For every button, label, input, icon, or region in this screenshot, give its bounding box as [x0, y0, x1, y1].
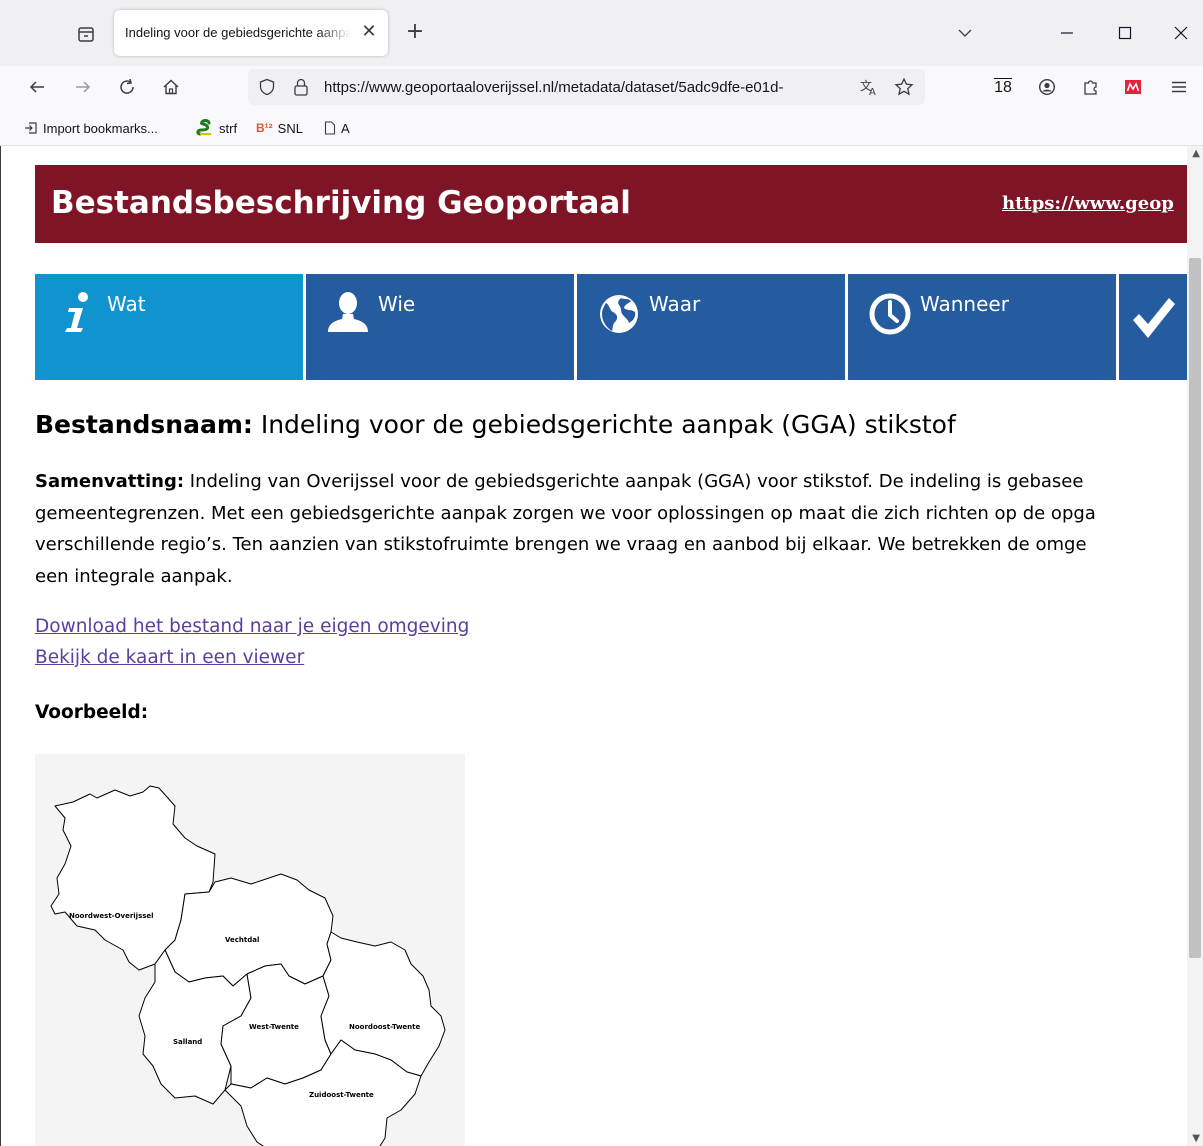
summary-label: Samenvatting:	[35, 471, 185, 492]
translate-icon[interactable]: 文A	[859, 77, 879, 97]
viewer-link[interactable]: Bekijk de kaart in een viewer	[35, 647, 304, 668]
close-tab-icon[interactable]: ✕	[360, 22, 378, 42]
red-extension-button[interactable]	[1118, 72, 1148, 102]
home-icon	[163, 79, 179, 95]
bookmark-label: SNL	[277, 120, 303, 136]
dataset-name-label: Bestandsnaam:	[35, 410, 253, 439]
info-icon	[65, 292, 88, 332]
calendar-extension-button[interactable]: 18	[988, 72, 1018, 102]
tab-label: Wat	[107, 292, 146, 316]
preview-map-image: Noordwest-Overijssel Vechtdal Salland We…	[35, 754, 465, 1146]
summary-paragraph: Samenvatting: Indeling van Overijssel vo…	[35, 466, 1185, 592]
geoportaal-link[interactable]: https://www.geop	[1002, 193, 1174, 214]
bookmark-star-icon[interactable]	[894, 77, 914, 97]
globe-icon	[600, 295, 638, 333]
import-icon	[25, 122, 37, 134]
bij12-icon: B¹²	[256, 121, 273, 135]
account-button[interactable]	[1032, 72, 1062, 102]
lock-icon[interactable]	[292, 77, 310, 97]
home-button[interactable]	[156, 72, 186, 102]
tab-list-icon	[78, 27, 94, 42]
page-icon	[324, 121, 336, 135]
bookmark-a[interactable]: A	[324, 118, 350, 138]
red-extension-icon	[1125, 80, 1141, 94]
app-menu-button[interactable]	[1164, 72, 1194, 102]
browser-tab-strip: Indeling voor de gebiedsgerichte aanpak …	[0, 0, 1203, 66]
back-button[interactable]	[22, 72, 52, 102]
summary-line: een integrale aanpak.	[35, 565, 233, 587]
summary-line: Samenvatting: Indeling van Overijssel vo…	[35, 466, 1185, 498]
minimize-icon	[1061, 32, 1073, 34]
metadata-tabs: Wat Wie Waar Wanneer	[35, 274, 1195, 380]
summary-line: gemeentegrenzen. Met een gebiedsgerichte…	[35, 502, 1096, 524]
region-label: Vechtdal	[225, 936, 259, 944]
bookmarks-toolbar: Import bookmarks... strf B¹² SNL A	[0, 108, 1203, 146]
bookmark-strf[interactable]: strf	[196, 118, 237, 138]
tab-label: Wie	[378, 292, 416, 316]
bookmark-label: Import bookmarks...	[43, 120, 158, 136]
snake-icon	[196, 119, 211, 136]
bookmark-import[interactable]: Import bookmarks...	[24, 118, 158, 138]
region-label: Noordwest-Overijssel	[69, 912, 154, 920]
region-label: Salland	[173, 1038, 202, 1046]
navigation-toolbar: https://www.geoportaaloverijssel.nl/meta…	[0, 66, 1203, 108]
maximize-button[interactable]	[1110, 18, 1140, 48]
tab-label: Waar	[649, 292, 701, 316]
active-tab[interactable]: Indeling voor de gebiedsgerichte aanpak …	[114, 10, 388, 56]
download-link[interactable]: Download het bestand naar je eigen omgev…	[35, 616, 469, 637]
hamburger-menu-icon	[1172, 81, 1186, 93]
tab-wie[interactable]: Wie	[306, 274, 574, 380]
scrollbar-thumb[interactable]	[1189, 258, 1201, 958]
new-tab-button[interactable]: +	[402, 20, 428, 46]
bookmark-label: A	[341, 120, 350, 136]
page-scrollbar[interactable]: ▲ ▼	[1187, 146, 1203, 1146]
scroll-down-icon[interactable]: ▼	[1192, 1133, 1200, 1144]
summary-line: verschillende regio’s. Ten aanzien van s…	[35, 534, 1087, 555]
minimize-button[interactable]	[1052, 18, 1082, 48]
tab-overflow-button[interactable]	[950, 18, 980, 48]
chevron-down-icon	[958, 29, 972, 37]
address-bar[interactable]: https://www.geoportaaloverijssel.nl/meta…	[248, 69, 925, 105]
calendar-icon: 18	[994, 77, 1012, 96]
tab-wat[interactable]: Wat	[35, 274, 303, 380]
close-icon	[1174, 26, 1188, 40]
scroll-up-icon[interactable]: ▲	[1192, 148, 1200, 159]
overijssel-map: Noordwest-Overijssel Vechtdal Salland We…	[50, 785, 446, 1146]
reload-button[interactable]	[112, 72, 142, 102]
summary-text: Indeling van Overijssel voor de gebiedsg…	[189, 471, 1084, 492]
tab-title: Indeling voor de gebiedsgerichte aanpak …	[125, 25, 351, 40]
reload-icon	[120, 78, 134, 94]
tab-label: Wanneer	[920, 292, 1009, 316]
puzzle-icon	[1084, 80, 1097, 95]
forward-button[interactable]	[68, 72, 98, 102]
url-text[interactable]: https://www.geoportaaloverijssel.nl/meta…	[324, 79, 844, 96]
header-banner: Bestandsbeschrijving Geoportaal https://…	[35, 165, 1195, 243]
extensions-button[interactable]	[1076, 72, 1106, 102]
bookmark-label: strf	[219, 120, 238, 136]
shield-icon[interactable]	[258, 78, 276, 96]
arrow-right-icon	[76, 81, 91, 93]
page-title: Bestandsbeschrijving Geoportaal	[51, 185, 631, 221]
region-label: Zuidoost-Twente	[309, 1091, 374, 1099]
tab-kwaliteit[interactable]	[1119, 274, 1195, 380]
page-viewport: Bestandsbeschrijving Geoportaal https://…	[0, 146, 1203, 1146]
region-label: West-Twente	[249, 1023, 299, 1031]
maximize-icon	[1118, 26, 1132, 40]
clock-icon	[869, 293, 911, 335]
dataset-name-value: Indeling voor de gebiedsgerichte aanpak …	[260, 410, 956, 439]
tab-wanneer[interactable]: Wanneer	[848, 274, 1116, 380]
arrow-left-icon	[29, 81, 44, 93]
person-icon	[328, 292, 368, 332]
bookmark-snl[interactable]: B¹² SNL	[256, 118, 303, 138]
close-window-button[interactable]	[1166, 18, 1196, 48]
svg-text:A: A	[869, 87, 876, 97]
region-label: Noordoost-Twente	[349, 1023, 420, 1031]
dataset-name: Bestandsnaam: Indeling voor de gebiedsge…	[35, 410, 956, 439]
preview-heading: Voorbeeld:	[35, 702, 149, 723]
account-icon	[1038, 78, 1056, 96]
list-all-tabs-button[interactable]	[70, 20, 102, 48]
tab-waar[interactable]: Waar	[577, 274, 845, 380]
checkmark-icon	[1133, 298, 1175, 338]
